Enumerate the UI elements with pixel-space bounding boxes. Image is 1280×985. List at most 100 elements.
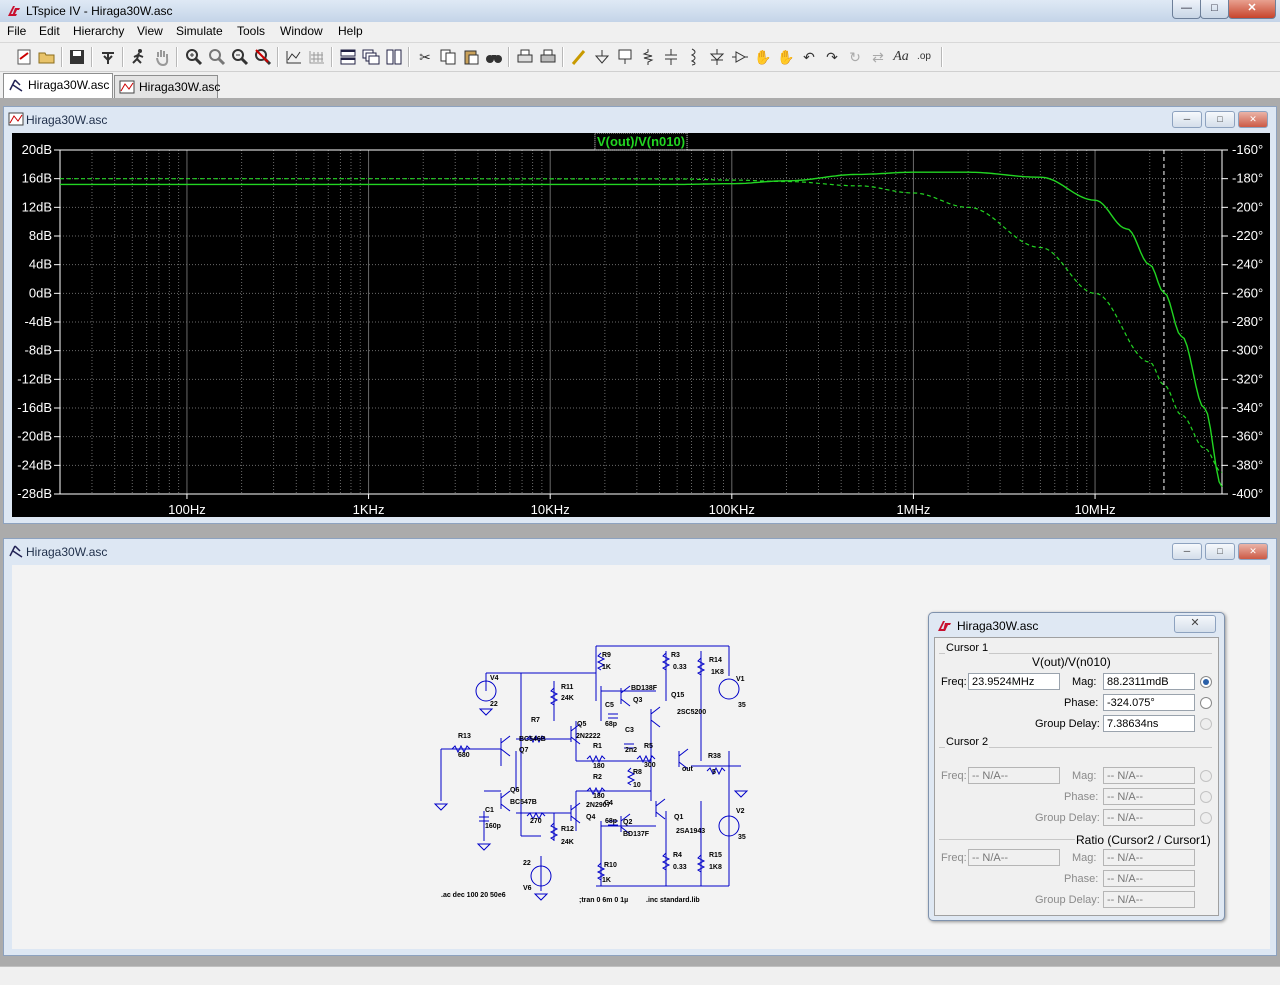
move-icon[interactable]: ✋: [753, 47, 773, 67]
cursor2-group-delay-radio[interactable]: [1200, 812, 1212, 824]
menu-tools[interactable]: Tools: [237, 24, 265, 38]
cursor1-mag-field[interactable]: 88.2311mdB: [1103, 673, 1195, 690]
label-icon[interactable]: [615, 47, 635, 67]
copy-icon[interactable]: [438, 47, 458, 67]
cursor2-phase-field[interactable]: -- N/A--: [1103, 788, 1195, 805]
cursor1-phase-field[interactable]: -324.075°: [1103, 694, 1195, 711]
redo-icon[interactable]: ↷: [822, 47, 842, 67]
transistor-symbol: [650, 706, 661, 728]
trace-label: V(out)/V(n010): [597, 134, 685, 149]
tab-schematic[interactable]: Hiraga30W.asc: [3, 73, 113, 99]
maximize-button[interactable]: □: [1205, 111, 1235, 128]
cursor1-freq-field[interactable]: 23.9524MHz: [968, 673, 1060, 690]
find-icon[interactable]: [484, 47, 504, 67]
control-panel-icon[interactable]: [98, 47, 118, 67]
new-schematic-icon[interactable]: [14, 47, 34, 67]
ratio-freq-field[interactable]: -- N/A--: [968, 849, 1060, 866]
paste-icon[interactable]: [461, 47, 481, 67]
spice-directive: ;tran 0 6m 0 1µ: [579, 897, 628, 904]
inductor-icon[interactable]: [684, 47, 704, 67]
zoom-out-icon[interactable]: [230, 47, 250, 67]
rotate-icon[interactable]: ↻: [845, 47, 865, 67]
cursor2-group-delay-field[interactable]: -- N/A--: [1103, 809, 1195, 826]
zoom-in-icon[interactable]: [184, 47, 204, 67]
close-button[interactable]: ✕: [1174, 615, 1216, 633]
menu-edit[interactable]: Edit: [39, 24, 60, 38]
component-label: 0.33: [673, 664, 687, 671]
tab-waveform[interactable]: Hiraga30W.asc: [114, 75, 220, 98]
minimize-button[interactable]: —: [1172, 0, 1201, 19]
print-icon[interactable]: [538, 47, 558, 67]
undo-icon[interactable]: ↶: [799, 47, 819, 67]
close-button[interactable]: ✕: [1228, 0, 1276, 19]
transistor-symbol: [655, 798, 666, 820]
x-tick-label: 100Hz: [168, 502, 206, 517]
ground-icon[interactable]: [592, 47, 612, 67]
maximize-button[interactable]: □: [1205, 543, 1235, 560]
minimize-button[interactable]: ─: [1172, 543, 1202, 560]
cursor2-phase-radio[interactable]: [1200, 791, 1212, 803]
y-left-tick-label: -4dB: [25, 314, 52, 329]
ratio-mag-label: Mag:: [1072, 852, 1097, 864]
y-right-tick-label: -400°: [1232, 486, 1263, 501]
maximize-button[interactable]: □: [1200, 0, 1229, 19]
spice-directive-icon[interactable]: .op: [914, 47, 934, 67]
component-label: 35: [738, 834, 746, 841]
component-icon[interactable]: [730, 47, 750, 67]
cut-icon[interactable]: ✂: [415, 47, 435, 67]
cascade-icon[interactable]: [361, 47, 381, 67]
halt-icon[interactable]: [152, 47, 172, 67]
tile-horizontal-icon[interactable]: [338, 47, 358, 67]
component-label: R7: [531, 717, 540, 724]
diode-icon[interactable]: [707, 47, 727, 67]
y-right-tick-label: -160°: [1232, 142, 1263, 157]
mirror-icon[interactable]: ⇄: [868, 47, 888, 67]
autorange-icon[interactable]: [284, 47, 304, 67]
toolbar: ✂ ✋ ✋ ↶ ↷ ↻ ⇄ Aa .op: [0, 43, 1280, 72]
menu-help[interactable]: Help: [338, 24, 363, 38]
menu-view[interactable]: View: [137, 24, 163, 38]
open-icon[interactable]: [37, 47, 57, 67]
cursor2-mag-radio[interactable]: [1200, 770, 1212, 782]
menu-hierarchy[interactable]: Hierarchy: [73, 24, 124, 38]
component-label: R3: [671, 652, 680, 659]
close-button[interactable]: ✕: [1238, 111, 1268, 128]
cursor1-group-delay-field[interactable]: 7.38634ns: [1103, 715, 1195, 732]
ratio-mag-field[interactable]: -- N/A--: [1103, 849, 1195, 866]
plot-area[interactable]: 20dB -160° 16dB -180° 12dB -200° 8dB -220° 4dB -2…: [12, 132, 1270, 517]
zoom-cancel-icon[interactable]: [253, 47, 273, 67]
menu-window[interactable]: Window: [280, 24, 323, 38]
cursor2-mag-field[interactable]: -- N/A--: [1103, 767, 1195, 784]
grid-icon[interactable]: [307, 47, 327, 67]
cursor-dialog-titlebar[interactable]: Hiraga30W.asc ✕: [929, 613, 1224, 637]
cursor1-group-delay-radio[interactable]: [1200, 718, 1212, 730]
save-icon[interactable]: [67, 47, 87, 67]
ratio-phase-field[interactable]: -- N/A--: [1103, 870, 1195, 887]
zoom-area-icon[interactable]: [207, 47, 227, 67]
capacitor-symbol: [608, 713, 618, 719]
resistor-icon[interactable]: [638, 47, 658, 67]
print-preview-icon[interactable]: [515, 47, 535, 67]
spice-directive: .inc standard.lib: [646, 897, 700, 904]
component-label: 1K8: [709, 864, 722, 871]
menu-file[interactable]: File: [7, 24, 26, 38]
cursor1-mag-radio[interactable]: [1200, 676, 1212, 688]
tile-vertical-icon[interactable]: [384, 47, 404, 67]
menu-bar: File Edit Hierarchy View Simulate Tools …: [0, 22, 1280, 43]
cursor1-phase-radio[interactable]: [1200, 697, 1212, 709]
bode-plot[interactable]: 20dB -160° 16dB -180° 12dB -200° 8dB -220° 4dB -2…: [12, 132, 1270, 517]
run-icon[interactable]: [129, 47, 149, 67]
close-button[interactable]: ✕: [1238, 543, 1268, 560]
capacitor-icon[interactable]: [661, 47, 681, 67]
schematic-window-titlebar[interactable]: Hiraga30W.asc ─ □ ✕: [4, 539, 1276, 563]
minimize-button[interactable]: ─: [1172, 111, 1202, 128]
text-icon[interactable]: Aa: [891, 47, 911, 67]
waveform-window-titlebar[interactable]: Hiraga30W.asc ─ □ ✕: [4, 107, 1276, 131]
y-left-tick-label: 12dB: [22, 199, 52, 214]
ratio-group-delay-field[interactable]: -- N/A--: [1103, 891, 1195, 908]
cursor2-freq-field[interactable]: -- N/A--: [968, 767, 1060, 784]
y-right-tick-label: -300°: [1232, 343, 1263, 358]
wire-icon[interactable]: [569, 47, 589, 67]
drag-icon[interactable]: ✋: [776, 47, 796, 67]
menu-simulate[interactable]: Simulate: [176, 24, 223, 38]
